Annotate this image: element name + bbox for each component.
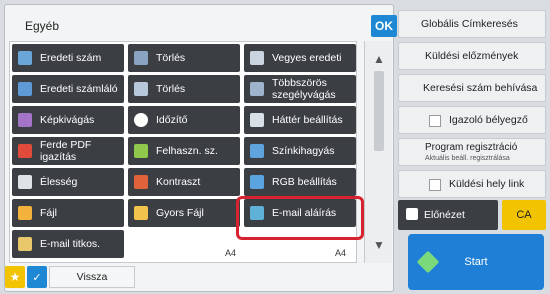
preview-button[interactable]: Előnézet: [398, 200, 498, 230]
button-label: Felhaszn. sz.: [156, 145, 218, 157]
button-label: Törlés: [156, 83, 186, 95]
global-address-search-button[interactable]: Globális Címkeresés: [398, 10, 546, 38]
button-label: Vegyes eredeti: [272, 52, 342, 64]
scroll-down-icon[interactable]: ▼: [365, 233, 393, 257]
sharpness-button[interactable]: Élesség: [12, 168, 124, 196]
button-label: Kontraszt: [156, 176, 201, 188]
background-icon: [250, 113, 264, 127]
side-item-label: Keresési szám behívása: [423, 82, 538, 94]
timer-button[interactable]: Időzítő: [128, 106, 240, 134]
button-label: Többszörös szegélyvágás: [272, 77, 336, 101]
side-item-label: Program regisztráció: [425, 142, 518, 153]
preview-icon: [406, 208, 418, 220]
paper-size-2: A4: [335, 248, 347, 258]
recall-search-number-button[interactable]: Keresési szám behívása: [398, 74, 546, 102]
clock-icon: [134, 113, 148, 127]
erase-icon: [134, 82, 148, 96]
image-crop-button[interactable]: Képkivágás: [12, 106, 124, 134]
bottom-bar: ★ ✓ Vissza A4 A4: [5, 248, 393, 290]
multi-crop-icon: [250, 82, 264, 96]
quick-file-button[interactable]: Gyors Fájl: [128, 199, 240, 227]
contrast-button[interactable]: Kontraszt: [128, 168, 240, 196]
button-label: Eredeti számláló: [40, 83, 118, 95]
document-icon: [18, 51, 32, 65]
checkbox[interactable]: [429, 179, 441, 191]
button-label: Ferde PDF igazítás: [40, 139, 92, 163]
erase-button[interactable]: Törlés: [128, 44, 240, 72]
erase-icon: [134, 51, 148, 65]
panel-title: Egyéb: [25, 19, 60, 33]
pdf-skew-icon: [18, 144, 32, 158]
button-label: E-mail titkos.: [40, 238, 101, 250]
scroll-up-icon[interactable]: ▲: [365, 47, 393, 71]
ok-button[interactable]: OK: [371, 15, 397, 37]
button-label: Törlés: [156, 52, 186, 64]
user-number-icon: [134, 144, 148, 158]
start-icon: [416, 250, 440, 274]
background-setting-button[interactable]: Háttér beállítás: [244, 106, 356, 134]
button-label: Gyors Fájl: [156, 207, 204, 219]
start-label: Start: [464, 256, 488, 268]
ca-button[interactable]: CA: [502, 200, 546, 230]
file-button[interactable]: Fájl: [12, 199, 124, 227]
side-item-sublabel: Aktuális beáll. regisztrálása: [425, 155, 510, 162]
preview-label: Előnézet: [424, 209, 465, 221]
side-item-label: Igazoló bélyegző: [449, 114, 528, 126]
button-label: Fájl: [40, 207, 57, 219]
sharpness-icon: [18, 175, 32, 189]
button-label: Időzítő: [156, 114, 188, 126]
counter-icon: [18, 82, 32, 96]
email-encrypt-button[interactable]: E-mail titkos.: [12, 230, 124, 258]
side-item-label: Küldési hely link: [449, 178, 525, 190]
star-icon[interactable]: ★: [5, 266, 25, 288]
button-label: RGB beállítás: [272, 176, 337, 188]
email-encrypt-icon: [18, 237, 32, 251]
folder-icon: [18, 206, 32, 220]
scroll-thumb[interactable]: [374, 71, 384, 151]
mixed-original-button[interactable]: Vegyes eredeti: [244, 44, 356, 72]
verification-stamp-button[interactable]: Igazoló bélyegző: [398, 106, 546, 134]
rgb-adjust-button[interactable]: RGB beállítás: [244, 168, 356, 196]
button-label: Élesség: [40, 176, 78, 188]
side-item-label: Globális Címkeresés: [421, 18, 518, 30]
crop-icon: [18, 113, 32, 127]
pdf-skew-button[interactable]: Ferde PDF igazítás: [12, 137, 124, 165]
quick-file-icon: [134, 206, 148, 220]
highlight-frame: [236, 196, 364, 240]
back-button[interactable]: Vissza: [49, 266, 135, 288]
send-history-button[interactable]: Küldési előzmények: [398, 42, 546, 70]
button-label: Színkihagyás: [272, 145, 335, 157]
button-label: Képkivágás: [40, 114, 95, 126]
side-item-label: Küldési előzmények: [425, 50, 519, 62]
multi-crop-button[interactable]: Többszörös szegélyvágás: [244, 75, 356, 103]
original-count-button[interactable]: Eredeti szám: [12, 44, 124, 72]
rgb-icon: [250, 175, 264, 189]
check-icon[interactable]: ✓: [27, 266, 47, 288]
erase-button-2[interactable]: Törlés: [128, 75, 240, 103]
button-label: Háttér beállítás: [272, 114, 343, 126]
contrast-icon: [134, 175, 148, 189]
color-drop-icon: [250, 144, 264, 158]
start-button[interactable]: Start: [408, 234, 544, 290]
mixed-original-icon: [250, 51, 264, 65]
scrollbar[interactable]: ▲ ▼: [364, 41, 392, 263]
user-number-button[interactable]: Felhaszn. sz.: [128, 137, 240, 165]
checkbox[interactable]: [429, 115, 441, 127]
send-location-link-button[interactable]: Küldési hely link: [398, 170, 546, 198]
paper-size-1: A4: [225, 248, 237, 258]
original-counter-button[interactable]: Eredeti számláló: [12, 75, 124, 103]
color-drop-button[interactable]: Színkihagyás: [244, 137, 356, 165]
button-label: Eredeti szám: [40, 52, 102, 64]
program-register-button[interactable]: Program regisztráció Aktuális beáll. reg…: [398, 138, 546, 166]
